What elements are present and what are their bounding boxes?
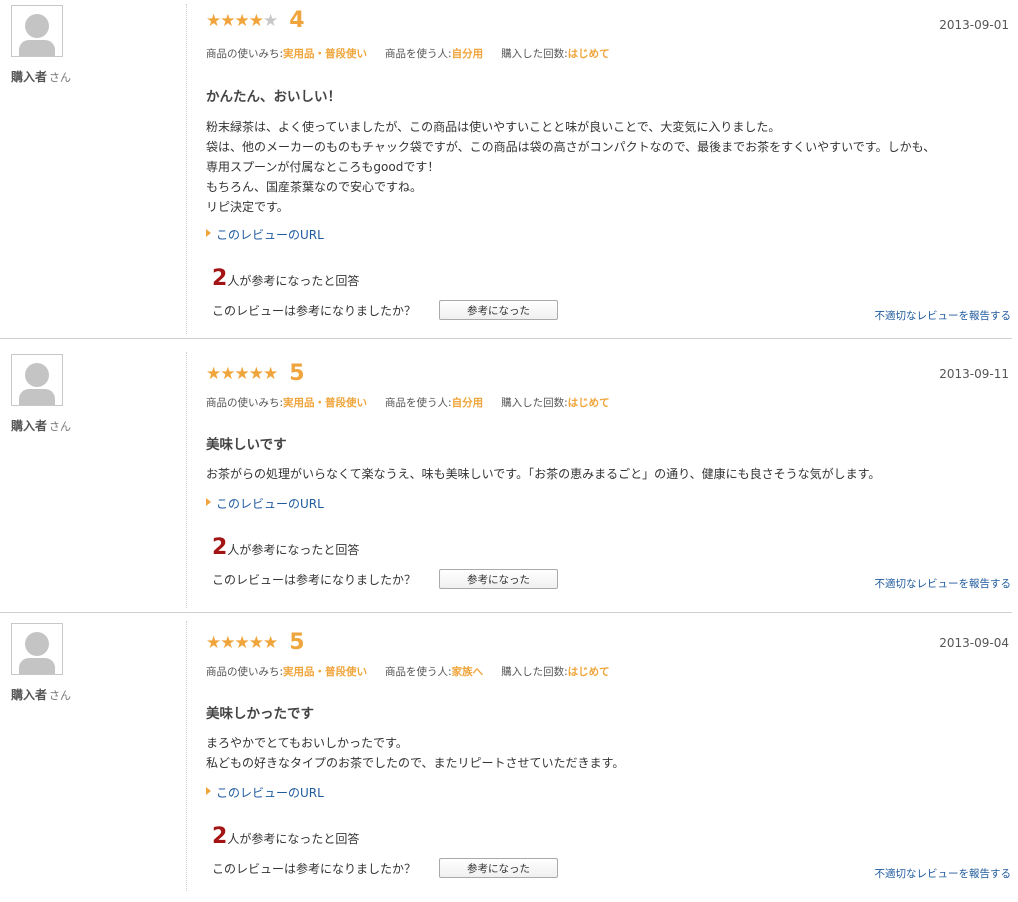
reviewer: 購入者 さん	[11, 68, 71, 85]
review-body: まろやかでとてもおいしかったです。 私どもの好きなタイプのお茶でしたので、またリ…	[206, 736, 625, 770]
star-rating-icon: ★★★★★	[206, 363, 278, 384]
count-label: 購入した回数:	[501, 397, 568, 409]
review-item: 購入者 さん ★★★★★ 5 2013-09-11 商品の使いみち:実用品・普段使…	[0, 344, 1012, 613]
rating: ★★★★★ 5	[206, 632, 305, 654]
triangle-right-icon	[206, 229, 211, 237]
column-divider	[186, 4, 187, 334]
count-value: はじめて	[567, 666, 610, 678]
reviewer-suffix: さん	[49, 71, 72, 84]
helpful-count-number: 2	[212, 535, 228, 560]
reviewer-name: 購入者	[11, 70, 48, 84]
avatar-icon	[11, 5, 63, 57]
review-meta: 商品の使いみち:実用品・普段使い 商品を使う人:自分用 購入した回数:はじめて	[206, 395, 610, 410]
usage-label: 商品の使いみち:	[206, 397, 284, 409]
column-divider	[186, 352, 187, 608]
user-value: 家族へ	[451, 666, 484, 678]
count-value: はじめて	[567, 48, 610, 60]
column-divider	[186, 621, 187, 891]
helpful-button[interactable]: 参考になった	[439, 858, 558, 878]
review-meta: 商品の使いみち:実用品・普段使い 商品を使う人:家族へ 購入した回数:はじめて	[206, 664, 610, 679]
triangle-right-icon	[206, 787, 211, 795]
review-item: 購入者 さん ★★★★★ 5 2013-09-04 商品の使いみち:実用品・普段使…	[0, 613, 1012, 902]
report-review-link[interactable]: 不適切なレビューを報告する	[875, 308, 1012, 323]
helpful-count-number: 2	[212, 266, 228, 291]
review-body: 粉末緑茶は、よく使っていましたが、この商品は使いやすいことと味が良いことで、大変…	[206, 120, 936, 214]
avatar-icon	[11, 623, 63, 675]
helpful-count-number: 2	[212, 824, 228, 849]
helpful-count: 2人が参考になったと回答	[212, 826, 359, 848]
usage-value: 実用品・普段使い	[283, 48, 368, 60]
count-label: 購入した回数:	[501, 666, 568, 678]
review-date: 2013-09-04	[939, 636, 1009, 650]
review-title: 美味しかったです	[206, 706, 314, 722]
review-title: 美味しいです	[206, 437, 287, 453]
user-value: 自分用	[451, 48, 484, 60]
helpful-count-text: 人が参考になったと回答	[227, 832, 360, 846]
rating: ★★★★★ 4	[206, 10, 305, 32]
helpful-count: 2人が参考になったと回答	[212, 537, 359, 559]
helpful-question: このレビューは参考になりましたか？	[212, 573, 417, 587]
review-url-link[interactable]: このレビューのURL	[206, 226, 324, 243]
review-url-link[interactable]: このレビューのURL	[206, 784, 324, 801]
report-review-link[interactable]: 不適切なレビューを報告する	[875, 576, 1012, 591]
reviewer: 購入者 さん	[11, 417, 71, 434]
review-body: お茶がらの処理がいらなくて楽なうえ、味も美味しいです。「お茶の恵みまるごと」の通…	[206, 467, 881, 481]
helpful-button[interactable]: 参考になった	[439, 300, 558, 320]
reviewer-name: 購入者	[11, 419, 48, 433]
review-date: 2013-09-11	[939, 367, 1009, 381]
star-rating-icon: ★★★★★	[206, 632, 278, 653]
rating-score: 5	[289, 361, 305, 386]
user-label: 商品を使う人:	[385, 397, 452, 409]
helpful-question: このレビューは参考になりましたか？	[212, 304, 417, 318]
review-title: かんたん、おいしい！	[206, 89, 341, 105]
count-value: はじめて	[567, 397, 610, 409]
review-url-link[interactable]: このレビューのURL	[206, 495, 324, 512]
reviewer-suffix: さん	[49, 689, 72, 702]
star-rating-icon: ★★★★★	[206, 10, 278, 31]
triangle-right-icon	[206, 498, 211, 506]
count-label: 購入した回数:	[501, 48, 568, 60]
reviewer-name: 購入者	[11, 688, 48, 702]
reviewer: 購入者 さん	[11, 686, 71, 703]
usage-label: 商品の使いみち:	[206, 48, 284, 60]
rating-score: 5	[289, 630, 305, 655]
user-label: 商品を使う人:	[385, 666, 452, 678]
reviewer-suffix: さん	[49, 420, 72, 433]
usage-value: 実用品・普段使い	[283, 666, 368, 678]
rating-score: 4	[289, 8, 305, 33]
review-item: 購入者 さん ★★★★★ 4 2013-09-01 商品の使いみち:実用品・普段使…	[0, 0, 1012, 339]
usage-label: 商品の使いみち:	[206, 666, 284, 678]
helpful-button[interactable]: 参考になった	[439, 569, 558, 589]
user-label: 商品を使う人:	[385, 48, 452, 60]
usage-value: 実用品・普段使い	[283, 397, 368, 409]
helpful-question: このレビューは参考になりましたか？	[212, 862, 417, 876]
helpful-count-text: 人が参考になったと回答	[227, 543, 360, 557]
avatar-icon	[11, 354, 63, 406]
helpful-count: 2人が参考になったと回答	[212, 268, 359, 290]
rating: ★★★★★ 5	[206, 363, 305, 385]
user-value: 自分用	[451, 397, 484, 409]
review-date: 2013-09-01	[939, 18, 1009, 32]
report-review-link[interactable]: 不適切なレビューを報告する	[875, 866, 1012, 881]
review-meta: 商品の使いみち:実用品・普段使い 商品を使う人:自分用 購入した回数:はじめて	[206, 46, 610, 61]
helpful-count-text: 人が参考になったと回答	[227, 274, 360, 288]
